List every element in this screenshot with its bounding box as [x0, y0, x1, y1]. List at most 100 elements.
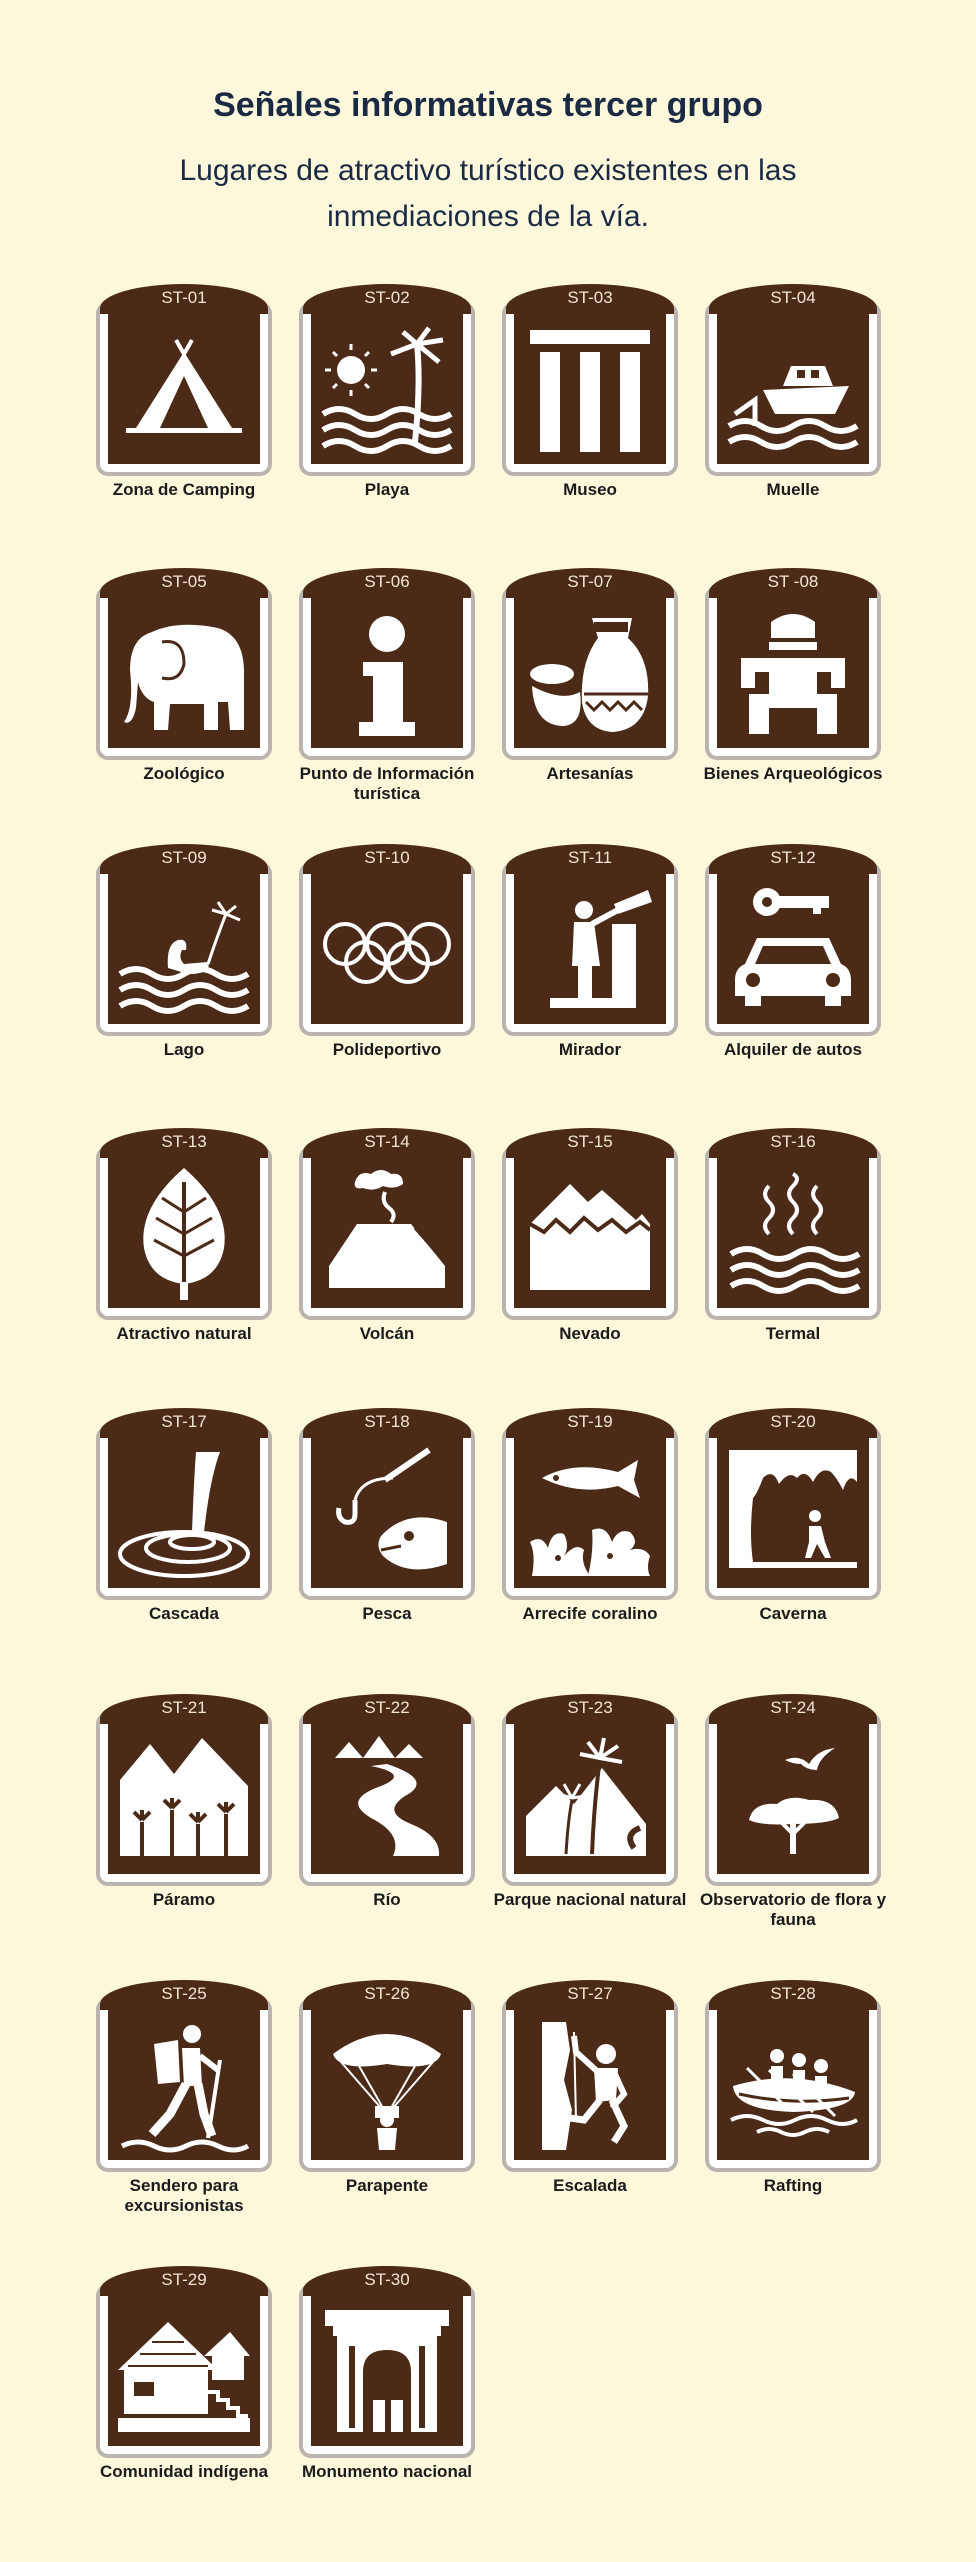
sign-code: ST-09: [100, 844, 268, 874]
sign-code: ST-11: [506, 844, 674, 874]
sign-plate: [502, 1998, 678, 2172]
sign-plate: [502, 1712, 678, 1886]
climbing-icon: [542, 2022, 628, 2150]
pottery-icon: [530, 618, 649, 732]
sign-plate: [96, 302, 272, 476]
page-title: Señales informativas tercer grupo: [213, 86, 763, 124]
moorland-icon: [120, 1738, 248, 1856]
dock-icon: [727, 366, 859, 450]
sign-code: ST-30: [303, 2266, 471, 2296]
sign-label: Comunidad indígena: [99, 2462, 269, 2481]
hiker-icon: [120, 2025, 250, 2153]
sign-plate: [502, 1426, 678, 1600]
sign-code: ST-29: [100, 2266, 268, 2296]
sign-code: ST-17: [100, 1408, 268, 1438]
sign-plate: [705, 586, 881, 760]
elephant-icon: [124, 624, 244, 730]
sign-plate: [96, 1146, 272, 1320]
sign-plate: [299, 1712, 475, 1886]
sign-plate: [705, 1712, 881, 1886]
viewpoint-icon: [550, 890, 652, 1008]
sign-plate: [502, 862, 678, 1036]
sign-code: ST-02: [303, 284, 471, 314]
sign-label: Muelle: [766, 480, 820, 499]
sign-label: Museo: [563, 480, 617, 499]
page-subtitle: Lugares de atractivo turístico existente…: [179, 154, 797, 233]
sign-plate: [502, 302, 678, 476]
olympic-rings-icon: [323, 922, 451, 984]
sign-plate: [96, 586, 272, 760]
sign-label: Mirador: [558, 1040, 622, 1059]
wildlife-observatory-icon: [749, 1748, 839, 1854]
sign-code: ST-25: [100, 1980, 268, 2010]
sign-label: Atractivo natural: [116, 1324, 252, 1343]
sign-code: ST-23: [506, 1694, 674, 1724]
sign-label: Río: [373, 1890, 401, 1909]
sign-code: ST-28: [709, 1980, 877, 2010]
sign-plate: [502, 586, 678, 760]
sign-plate: [299, 1146, 475, 1320]
monument-icon: [325, 2310, 449, 2432]
paraglider-icon: [333, 2034, 441, 2150]
sign-code: ST-16: [709, 1128, 877, 1158]
tent-icon: [126, 339, 242, 433]
snowy-mountain-icon: [529, 1184, 652, 1290]
sign-plate: [502, 1146, 678, 1320]
sign-label: Artesanías: [546, 764, 634, 783]
sign-label: Sendero para excursionistas: [124, 2176, 244, 2215]
national-park-icon: [526, 1737, 646, 1856]
sign-label: Zoológico: [143, 764, 225, 783]
rafting-icon: [730, 2049, 858, 2137]
sign-code: ST-24: [709, 1694, 877, 1724]
sign-plate: [96, 1426, 272, 1600]
leaf-icon: [143, 1168, 225, 1300]
sign-plate: [96, 862, 272, 1036]
sign-plate: [299, 586, 475, 760]
sign-code: ST-07: [506, 568, 674, 598]
sign-label: Volcán: [359, 1324, 415, 1343]
sign-code: ST-14: [303, 1128, 471, 1158]
sign-plate: [299, 1426, 475, 1600]
sign-code: ST-27: [506, 1980, 674, 2010]
archaeology-icon: [741, 614, 845, 734]
sign-label: Playa: [364, 480, 410, 499]
sign-plate: [299, 302, 475, 476]
sign-code: ST-06: [303, 568, 471, 598]
sign-label: Cascada: [149, 1604, 219, 1623]
sign-label: Caverna: [759, 1604, 827, 1623]
sign-plate: [96, 1998, 272, 2172]
sign-label: Punto de Información turística: [299, 764, 475, 803]
hot-spring-icon: [729, 1172, 861, 1294]
sign-code: ST-13: [100, 1128, 268, 1158]
info-icon: [359, 616, 415, 736]
fishing-icon: [336, 1447, 447, 1570]
cave-icon: [729, 1450, 857, 1568]
sign-code: ST-21: [100, 1694, 268, 1724]
car-rental-icon: [735, 888, 851, 1006]
sign-plate: [299, 862, 475, 1036]
sign-label: Zona de Camping: [112, 480, 256, 499]
sign-code: ST -08: [709, 568, 877, 598]
sign-code: ST-10: [303, 844, 471, 874]
sign-label: Termal: [765, 1324, 821, 1343]
sign-plate: [299, 1998, 475, 2172]
sign-code: ST-04: [709, 284, 877, 314]
sign-label: Páramo: [152, 1890, 216, 1909]
sign-code: ST-20: [709, 1408, 877, 1438]
sign-code: ST-12: [709, 844, 877, 874]
sign-label: Lago: [163, 1040, 205, 1059]
sign-label: Nevado: [559, 1324, 621, 1343]
river-icon: [335, 1736, 440, 1856]
sign-code: ST-05: [100, 568, 268, 598]
sign-label: Rafting: [763, 2176, 823, 2195]
sign-code: ST-01: [100, 284, 268, 314]
museum-icon: [530, 330, 650, 452]
sign-label: Parque nacional natural: [493, 1890, 687, 1909]
sign-code: ST-15: [506, 1128, 674, 1158]
sign-plate: [96, 1712, 272, 1886]
sign-label: Escalada: [553, 2176, 627, 2195]
sign-plate: [705, 862, 881, 1036]
sign-label: Polideportivo: [332, 1040, 442, 1059]
sign-code: ST-19: [506, 1408, 674, 1438]
sign-label: Alquiler de autos: [724, 1040, 862, 1059]
